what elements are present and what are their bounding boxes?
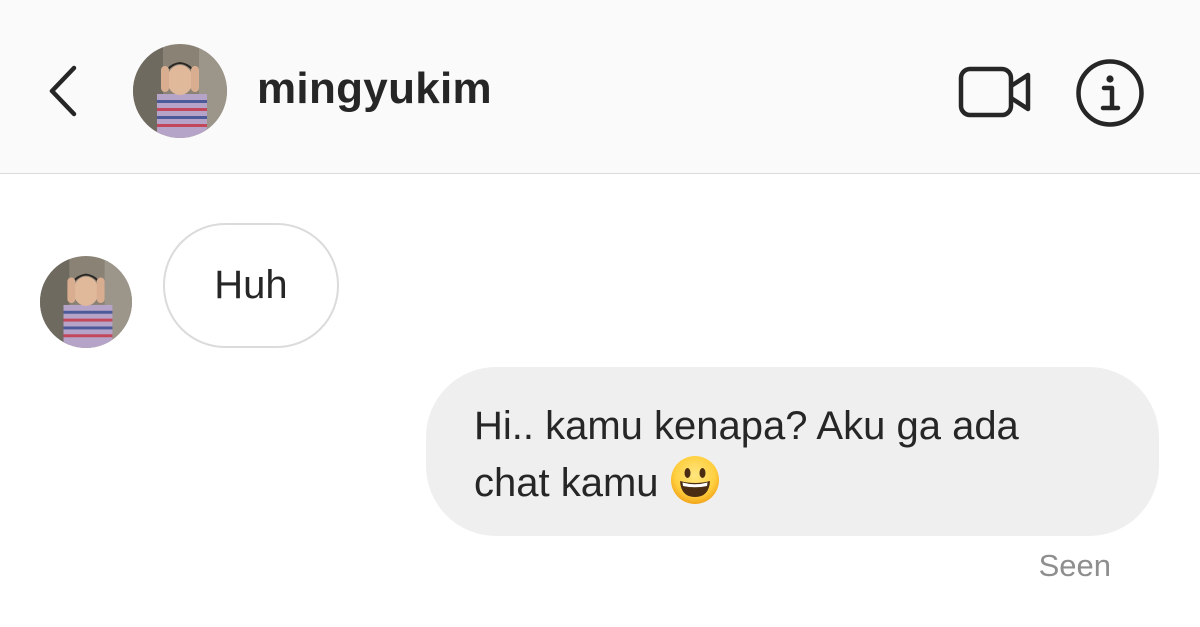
chat-header: mingyukim: [0, 0, 1200, 174]
back-button[interactable]: [40, 62, 88, 120]
profile-photo: [133, 44, 227, 138]
info-icon: [1076, 59, 1144, 127]
seen-status: Seen: [1038, 548, 1111, 583]
chevron-left-icon: [49, 65, 77, 117]
outgoing-message-bubble[interactable]: Hi.. kamu kenapa? Aku ga ada chat kamu: [426, 367, 1159, 536]
grinning-face-emoji-icon: [669, 454, 721, 521]
incoming-message-text: Huh: [214, 263, 288, 307]
outgoing-message-line-2: chat kamu: [474, 454, 1129, 521]
info-button[interactable]: [1075, 58, 1145, 128]
chat-username[interactable]: mingyukim: [257, 64, 492, 114]
sender-avatar[interactable]: [40, 256, 132, 348]
video-camera-icon: [958, 66, 1031, 118]
video-call-button[interactable]: [958, 64, 1032, 120]
outgoing-message-line-2-text: chat kamu: [474, 461, 659, 505]
profile-avatar[interactable]: [133, 44, 227, 138]
sender-photo: [40, 256, 132, 348]
incoming-message-bubble[interactable]: Huh: [163, 223, 339, 348]
outgoing-message-line-1: Hi.. kamu kenapa? Aku ga ada: [474, 404, 1019, 448]
